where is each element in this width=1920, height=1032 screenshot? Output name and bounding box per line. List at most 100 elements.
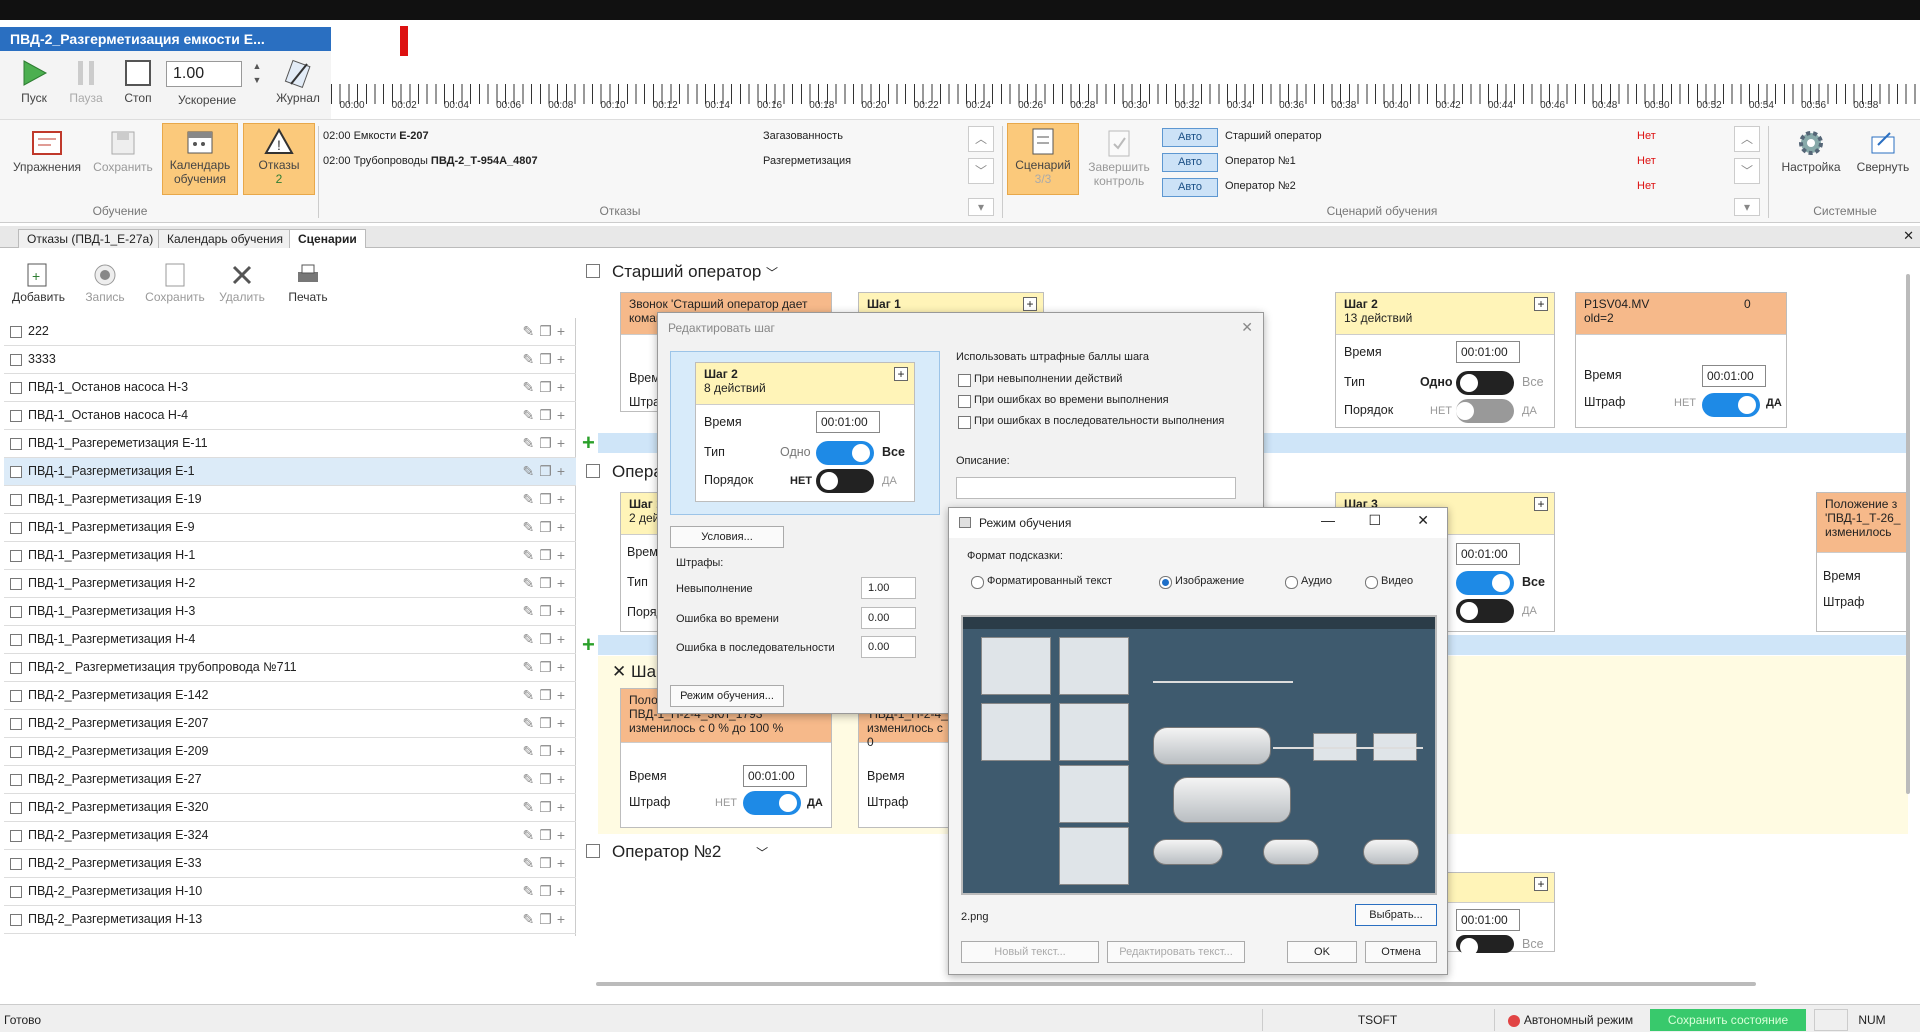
list-item-checkbox[interactable] xyxy=(10,382,22,394)
p1sv-card[interactable]: P1SV04.MV 0 old=2 Время 00:01:00 Штраф НЕТ… xyxy=(1575,292,1787,428)
list-item-checkbox[interactable] xyxy=(10,634,22,646)
list-item-checkbox[interactable] xyxy=(10,718,22,730)
list-item-checkbox[interactable] xyxy=(10,494,22,506)
vertical-scrollbar[interactable] xyxy=(1906,274,1910,794)
list-item[interactable]: ПВД-1_Разгерметизация Н-2 ✎❐+ xyxy=(4,570,576,598)
new-text-button[interactable]: Новый текст... xyxy=(961,941,1099,963)
copy-icon[interactable]: ❐ xyxy=(539,519,557,535)
minimize-window-icon[interactable]: — xyxy=(1321,512,1335,528)
add-icon[interactable]: + xyxy=(557,659,570,675)
copy-icon[interactable]: ❐ xyxy=(539,911,557,927)
list-item[interactable]: ПВД-2_Разгерметизация Е-27 ✎❐+ xyxy=(4,766,576,794)
list-item[interactable]: ПВД-1_Разгерметизация Н-1 ✎❐+ xyxy=(4,542,576,570)
edit-icon[interactable]: ✎ xyxy=(523,799,540,815)
settings-button[interactable]: Настройка xyxy=(1776,126,1846,182)
list-item-checkbox[interactable] xyxy=(10,550,22,562)
fault-row-2[interactable]: 02:00 Трубопроводы ПВД-2_Т-954А_4807 xyxy=(323,155,538,167)
scenario-scroll-up[interactable]: ︿ xyxy=(1734,126,1760,152)
copy-icon[interactable]: ❐ xyxy=(539,435,557,451)
edit-icon[interactable]: ✎ xyxy=(523,883,540,899)
training-mode-button[interactable]: Режим обучения... xyxy=(670,685,784,707)
copy-icon[interactable]: ❐ xyxy=(539,407,557,423)
add-icon[interactable]: + xyxy=(557,743,570,759)
list-item-checkbox[interactable] xyxy=(10,746,22,758)
edit-icon[interactable]: ✎ xyxy=(523,435,540,451)
type-toggle[interactable] xyxy=(1456,371,1514,395)
add-action-icon[interactable]: + xyxy=(1534,497,1548,511)
copy-icon[interactable]: ❐ xyxy=(539,799,557,815)
check-nonexec[interactable]: При невыполнении действий xyxy=(958,373,1122,387)
list-item-checkbox[interactable] xyxy=(10,914,22,926)
description-input[interactable] xyxy=(956,477,1236,499)
list-item-checkbox[interactable] xyxy=(10,886,22,898)
copy-icon[interactable]: ❐ xyxy=(539,771,557,787)
copy-icon[interactable]: ❐ xyxy=(539,603,557,619)
copy-icon[interactable]: ❐ xyxy=(539,547,557,563)
step-area-header[interactable]: ✕ Ша xyxy=(612,662,656,682)
list-item[interactable]: ПВД-1_Останов насоса Н-3 ✎❐+ xyxy=(4,374,576,402)
calendar-button[interactable]: Календарь обучения xyxy=(162,123,238,195)
position-card[interactable]: Положение з 'ПВД-1_Т-26_ изменилось Время … xyxy=(1816,492,1908,632)
list-item[interactable]: 222 ✎❐+ xyxy=(4,318,576,346)
edit-icon[interactable]: ✎ xyxy=(523,855,540,871)
copy-icon[interactable]: ❐ xyxy=(539,631,557,647)
list-item-checkbox[interactable] xyxy=(10,354,22,366)
save-state-button[interactable]: Сохранить состояние xyxy=(1650,1009,1806,1031)
edit-icon[interactable]: ✎ xyxy=(523,407,540,423)
scenario-expand[interactable]: ▾ xyxy=(1734,198,1760,216)
operator2-header[interactable]: Оператор №2 ﹀ xyxy=(612,842,768,862)
copy-icon[interactable]: ❐ xyxy=(539,827,557,843)
add-icon[interactable]: + xyxy=(557,323,570,339)
list-item[interactable]: ПВД-1_Разгерметизация Н-4 ✎❐+ xyxy=(4,626,576,654)
copy-icon[interactable]: ❐ xyxy=(539,883,557,899)
add-icon[interactable]: + xyxy=(557,631,570,647)
time-input[interactable]: 00:01:00 xyxy=(816,411,880,433)
list-item-checkbox[interactable] xyxy=(10,858,22,870)
speed-input[interactable]: 1.00 xyxy=(166,61,242,87)
add-button[interactable]: + Добавить xyxy=(12,260,65,304)
edit-text-button[interactable]: Редактировать текст... xyxy=(1107,941,1245,963)
close-icon[interactable]: ✕ xyxy=(1241,319,1253,336)
penalty-nonexec-input[interactable]: 1.00 xyxy=(861,577,916,599)
list-item[interactable]: ПВД-2_ Разгерметизация трубопровода №711… xyxy=(4,654,576,682)
penalty-time-input[interactable]: 0.00 xyxy=(861,607,916,629)
checkbox-operator2[interactable] xyxy=(586,844,600,858)
list-item-checkbox[interactable] xyxy=(10,606,22,618)
copy-icon[interactable]: ❐ xyxy=(539,323,557,339)
edit-icon[interactable]: ✎ xyxy=(523,771,540,787)
record-button[interactable]: Запись xyxy=(80,260,130,304)
list-item[interactable]: ПВД-2_Разгерметизация Н-13 ✎❐+ xyxy=(4,906,576,934)
tab-faults[interactable]: Отказы (ПВД-1_Е-27а) xyxy=(18,229,163,248)
list-item-checkbox[interactable] xyxy=(10,410,22,422)
add-icon[interactable]: + xyxy=(557,827,570,843)
list-item[interactable]: ПВД-2_Разгерметизация Е-33 ✎❐+ xyxy=(4,850,576,878)
list-item-checkbox[interactable] xyxy=(10,802,22,814)
fault-row-1[interactable]: 02:00 Емкости Е-207 xyxy=(323,130,429,142)
list-item-checkbox[interactable] xyxy=(10,326,22,338)
horizontal-scrollbar[interactable] xyxy=(596,982,1756,986)
minimize-button[interactable]: Свернуть xyxy=(1850,126,1916,182)
maximize-window-icon[interactable]: ☐ xyxy=(1368,512,1381,529)
add-icon[interactable]: + xyxy=(557,799,570,815)
copy-icon[interactable]: ❐ xyxy=(539,491,557,507)
speed-spinner[interactable]: ▲ ▼ xyxy=(248,59,266,89)
close-icon[interactable]: ✕ xyxy=(612,662,626,681)
list-item-checkbox[interactable] xyxy=(10,466,22,478)
tab-calendar[interactable]: Календарь обучения xyxy=(158,229,292,248)
copy-icon[interactable]: ❐ xyxy=(539,379,557,395)
add-icon[interactable]: + xyxy=(557,883,570,899)
list-item[interactable]: ПВД-2_Разгерметизация Е-324 ✎❐+ xyxy=(4,822,576,850)
order-toggle[interactable] xyxy=(1456,599,1514,623)
edit-icon[interactable]: ✎ xyxy=(523,631,540,647)
copy-icon[interactable]: ❐ xyxy=(539,575,557,591)
check-time-errors[interactable]: При ошибках во времени выполнения xyxy=(958,394,1169,408)
list-save-button[interactable]: Сохранить xyxy=(142,260,208,304)
penalty-toggle[interactable] xyxy=(743,791,801,815)
copy-icon[interactable]: ❐ xyxy=(539,743,557,759)
list-item[interactable]: 3333 ✎❐+ xyxy=(4,346,576,374)
list-item[interactable]: ПВД-2_Разгерметизация Е-142 ✎❐+ xyxy=(4,682,576,710)
delete-button[interactable]: Удалить xyxy=(214,260,270,304)
list-item-checkbox[interactable] xyxy=(10,774,22,786)
tab-scenarios[interactable]: Сценарии xyxy=(289,229,366,248)
edit-icon[interactable]: ✎ xyxy=(523,715,540,731)
